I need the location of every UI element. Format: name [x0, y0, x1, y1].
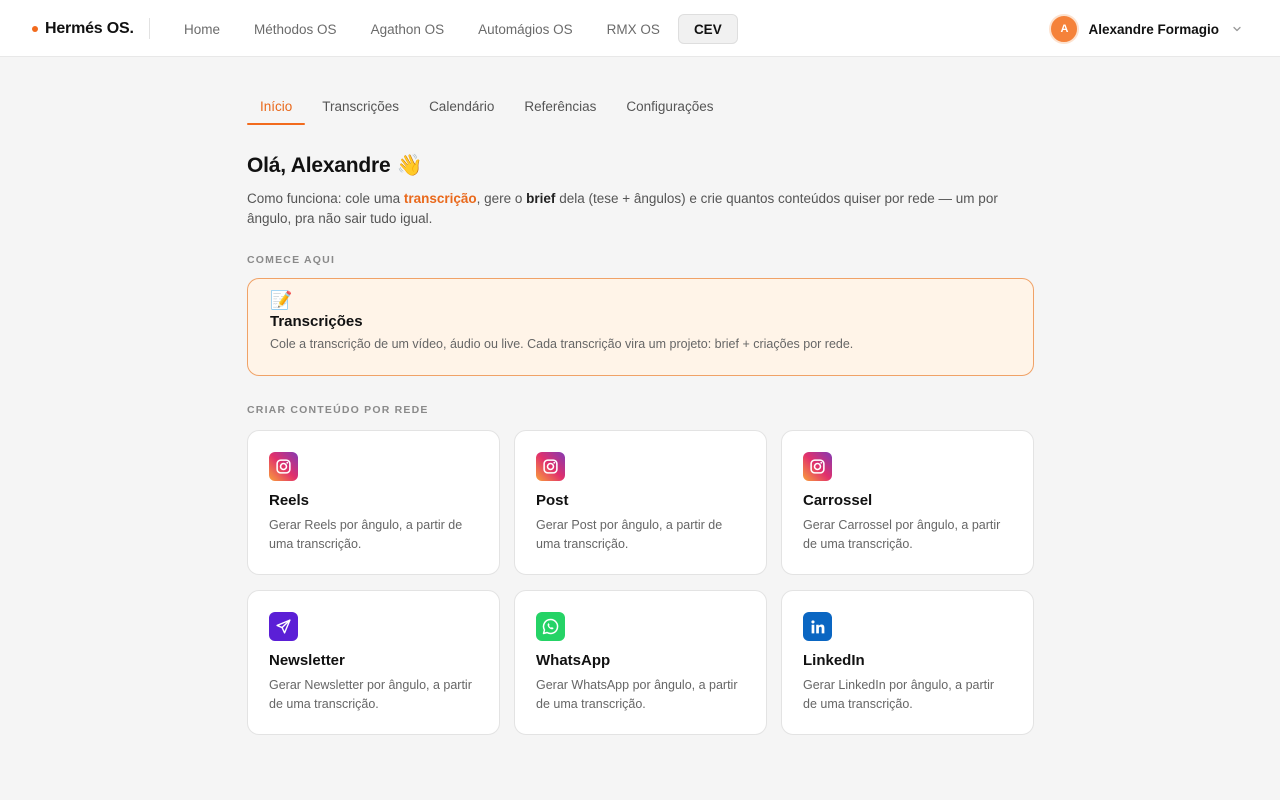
network-card-grid: Reels Gerar Reels por ângulo, a partir d… [247, 430, 1034, 735]
whatsapp-icon [536, 612, 565, 641]
card-title: Reels [269, 492, 310, 509]
instagram-icon [536, 452, 565, 481]
section-label-networks: CRIAR CONTEÚDO POR REDE [247, 404, 429, 416]
top-nav: Home Méthodos OS Agathon OS Automágios O… [168, 14, 738, 44]
card-title: Newsletter [269, 652, 345, 669]
network-card-reels[interactable]: Reels Gerar Reels por ângulo, a partir d… [247, 430, 500, 575]
top-nav-item-agathon[interactable]: Agathon OS [355, 14, 461, 44]
main-content: Início Transcrições Calendário Referênci… [247, 88, 1034, 735]
card-desc: Gerar Newsletter por ângulo, a partir de… [269, 678, 472, 711]
network-card-linkedin[interactable]: LinkedIn Gerar LinkedIn por ângulo, a pa… [781, 590, 1034, 735]
avatar: A [1049, 14, 1080, 44]
waving-hand-icon: 👋 [396, 154, 423, 177]
top-nav-item-home[interactable]: Home [168, 14, 236, 44]
card-title: Carrossel [803, 492, 873, 509]
card-desc: Gerar WhatsApp por ângulo, a partir de u… [536, 678, 738, 711]
intro-highlight: transcrição [403, 191, 477, 206]
top-nav-item-rmx[interactable]: RMX OS [591, 14, 676, 44]
feature-card-title: Transcrições [270, 313, 363, 330]
intro-part-2: , gere o [476, 191, 527, 206]
top-nav-item-methodos[interactable]: Méthodos OS [238, 14, 353, 44]
tab-transcricoes[interactable]: Transcrições [309, 88, 412, 125]
chevron-down-icon [1233, 26, 1241, 32]
card-desc: Gerar Carrossel por ângulo, a partir de … [803, 518, 1001, 551]
intro-text: Como funciona: cole uma transcrição, ger… [247, 189, 1034, 229]
tab-inicio[interactable]: Início [247, 88, 306, 125]
user-menu[interactable]: A Alexandre Formagio [1049, 13, 1242, 45]
brand-logo[interactable]: Hermés OS. [32, 19, 134, 39]
card-desc: Gerar LinkedIn por ângulo, a partir de u… [803, 678, 995, 711]
intro-strong: brief [526, 191, 556, 206]
greeting-text: Olá, Alexandre [247, 154, 391, 177]
brand-dot-icon [32, 26, 38, 32]
card-title: LinkedIn [803, 652, 865, 669]
network-card-newsletter[interactable]: Newsletter Gerar Newsletter por ângulo, … [247, 590, 500, 735]
network-card-carrossel[interactable]: Carrossel Gerar Carrossel por ângulo, a … [781, 430, 1034, 575]
card-desc: Gerar Reels por ângulo, a partir de uma … [269, 518, 463, 551]
feature-card-desc: Cole a transcrição de um vídeo, áudio ou… [270, 337, 854, 351]
network-card-whatsapp[interactable]: WhatsApp Gerar WhatsApp por ângulo, a pa… [514, 590, 767, 735]
tab-referencias[interactable]: Referências [511, 88, 609, 125]
top-nav-item-cev[interactable]: CEV [677, 14, 738, 44]
tab-configuracoes[interactable]: Configurações [613, 88, 726, 125]
tab-calendario[interactable]: Calendário [416, 88, 507, 125]
brand-divider [149, 18, 150, 39]
card-title: Post [536, 492, 569, 509]
memo-icon: 📝 [270, 290, 293, 310]
instagram-icon [803, 452, 832, 481]
card-title: WhatsApp [536, 652, 611, 669]
section-label-start: COMECE AQUI [247, 254, 336, 266]
brand-name: Hermés OS. [45, 20, 134, 37]
top-bar: Hermés OS. Home Méthodos OS Agathon OS A… [0, 0, 1280, 57]
user-name: Alexandre Formagio [1088, 21, 1219, 37]
network-card-post[interactable]: Post Gerar Post por ângulo, a partir de … [514, 430, 767, 575]
top-nav-item-automagios[interactable]: Automágios OS [462, 14, 589, 44]
transcricoes-feature-card[interactable]: 📝 Transcrições Cole a transcrição de um … [247, 278, 1034, 376]
card-desc: Gerar Post por ângulo, a partir de uma t… [536, 518, 723, 551]
intro-part-1: Como funciona: cole uma [247, 191, 404, 206]
instagram-icon [269, 452, 298, 481]
section-tabs: Início Transcrições Calendário Referênci… [247, 88, 1034, 125]
linkedin-icon [803, 612, 832, 641]
send-icon [269, 612, 298, 641]
page-title: Olá, Alexandre 👋 [247, 152, 1034, 180]
